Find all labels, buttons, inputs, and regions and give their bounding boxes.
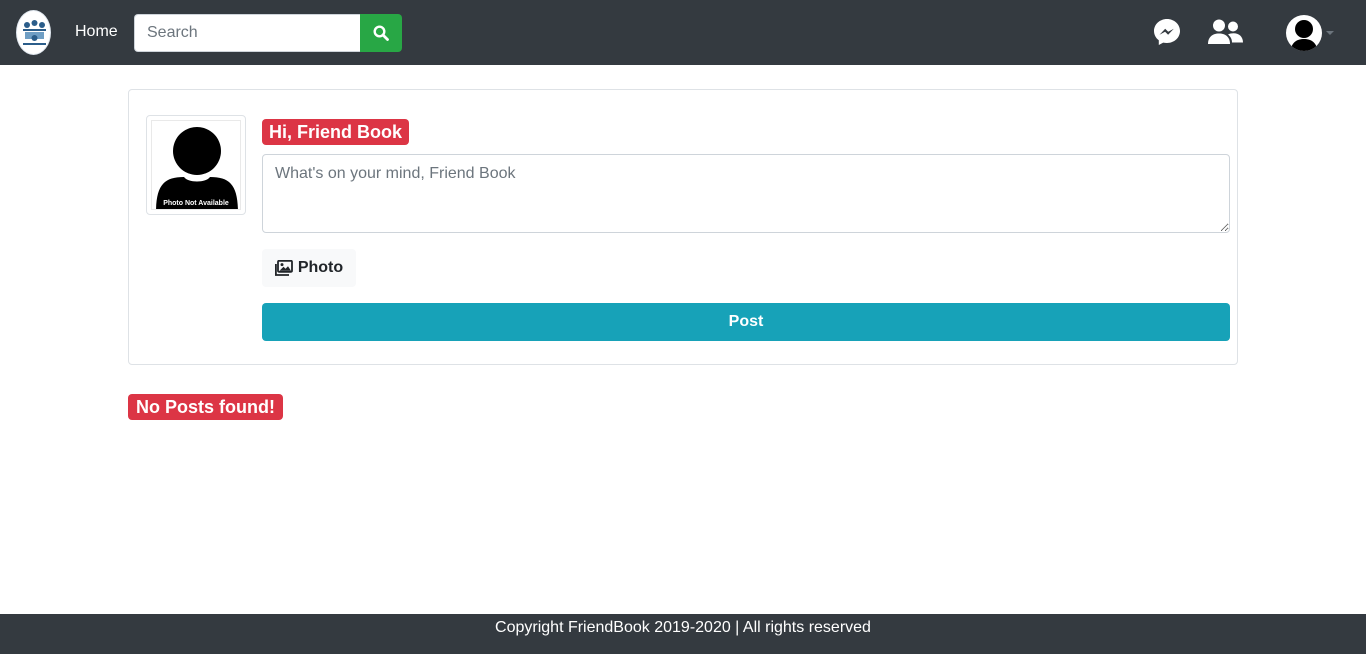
- post-composer-card: Photo Not Available Hi, Friend Book Phot…: [128, 89, 1238, 365]
- add-photo-button[interactable]: Photo: [262, 249, 356, 287]
- logo-icon: [23, 20, 46, 45]
- profile-picture-frame: Photo Not Available: [151, 120, 241, 210]
- images-icon: [274, 260, 293, 276]
- user-silhouette-icon: [156, 127, 238, 209]
- top-navbar: Home: [0, 0, 1366, 65]
- photo-unavailable-caption: Photo Not Available: [163, 200, 229, 207]
- user-avatar: [1286, 15, 1322, 51]
- messenger-icon: [1154, 19, 1180, 45]
- friends-icon: [1208, 19, 1243, 44]
- post-text-input[interactable]: [262, 154, 1230, 233]
- messenger-button[interactable]: [1152, 17, 1182, 47]
- profile-picture: Photo Not Available: [146, 115, 246, 215]
- copyright-text: Copyright FriendBook 2019-2020 | All rig…: [495, 619, 871, 636]
- page-footer: Copyright FriendBook 2019-2020 | All rig…: [0, 614, 1366, 654]
- search-input[interactable]: [134, 14, 361, 52]
- search-icon: [373, 25, 389, 41]
- greeting-badge: Hi, Friend Book: [262, 119, 410, 145]
- friends-button[interactable]: [1206, 18, 1244, 46]
- chevron-down-icon: [1326, 31, 1334, 35]
- no-posts-badge: No Posts found!: [128, 394, 283, 420]
- profile-menu-toggle[interactable]: [1284, 14, 1336, 52]
- add-photo-label: Photo: [297, 259, 344, 276]
- app-logo[interactable]: [16, 10, 51, 55]
- nav-home-link[interactable]: Home: [75, 23, 118, 41]
- user-silhouette-icon: [1290, 20, 1318, 51]
- post-submit-button[interactable]: Post: [262, 303, 1230, 341]
- search-button[interactable]: [360, 14, 402, 52]
